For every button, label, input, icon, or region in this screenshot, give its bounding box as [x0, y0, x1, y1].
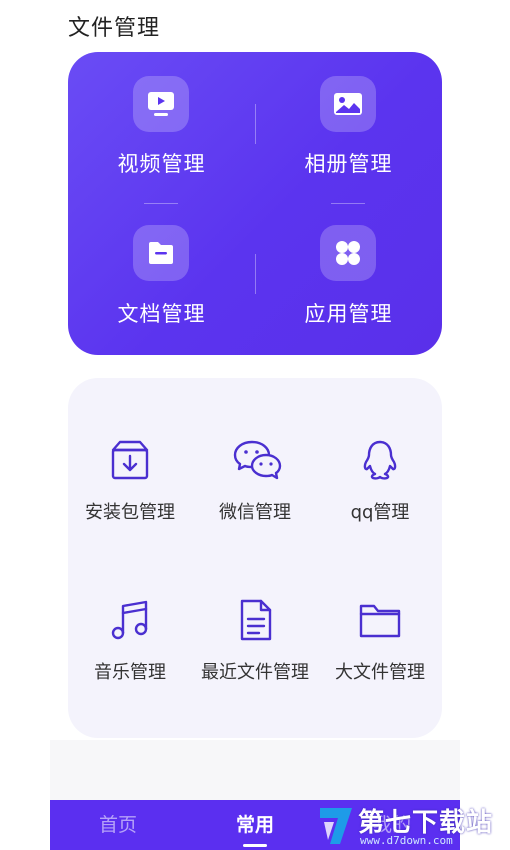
horizontal-divider — [144, 203, 178, 204]
photo-album-icon — [320, 76, 376, 132]
tab-common[interactable]: 常用 — [205, 800, 305, 850]
video-icon — [133, 76, 189, 132]
watermark-logo-icon — [320, 808, 352, 844]
app-manage-button[interactable]: 应用管理 — [255, 202, 442, 352]
package-download-icon — [108, 438, 152, 482]
document-manage-label: 文档管理 — [117, 302, 206, 326]
video-manage-label: 视频管理 — [117, 152, 206, 176]
vertical-divider — [255, 254, 256, 294]
file-manage-card: 视频管理 相册管理 文档管理 应用管理 — [68, 52, 442, 355]
vertical-divider — [255, 104, 256, 144]
qq-icon — [358, 438, 402, 482]
content-spacer — [50, 740, 460, 800]
tab-home[interactable]: 首页 — [68, 800, 168, 850]
watermark-url: www.d7down.com — [360, 834, 453, 847]
wechat-icon — [233, 438, 282, 482]
document-manage-button[interactable]: 文档管理 — [68, 202, 255, 352]
watermark: 第七下载站 www.d7down.com — [312, 800, 510, 850]
photo-album-manage-button[interactable]: 相册管理 — [255, 52, 442, 202]
package-manage-label: 安装包管理 — [85, 502, 175, 523]
tools-card: 安装包管理 微信管理 qq管理 音乐管理 最近文件管理 大文件管理 — [68, 378, 442, 738]
section-title: 文件管理 — [68, 16, 161, 41]
music-manage-button[interactable]: 音乐管理 — [68, 598, 192, 688]
recent-file-manage-label: 最近文件管理 — [201, 662, 309, 683]
recent-file-icon — [233, 598, 277, 642]
qq-manage-button[interactable]: qq管理 — [318, 438, 442, 528]
large-file-manage-button[interactable]: 大文件管理 — [318, 598, 442, 688]
photo-album-manage-label: 相册管理 — [304, 152, 393, 176]
qq-manage-label: qq管理 — [350, 502, 410, 523]
folder-icon — [358, 598, 402, 642]
package-manage-button[interactable]: 安装包管理 — [68, 438, 192, 528]
wechat-manage-button[interactable]: 微信管理 — [193, 438, 317, 528]
document-folder-icon — [133, 225, 189, 281]
music-note-icon — [108, 598, 152, 642]
wechat-manage-label: 微信管理 — [219, 502, 291, 523]
app-manage-label: 应用管理 — [304, 302, 393, 326]
recent-file-manage-button[interactable]: 最近文件管理 — [193, 598, 317, 688]
video-manage-button[interactable]: 视频管理 — [68, 52, 255, 202]
horizontal-divider — [331, 203, 365, 204]
apps-grid-icon — [320, 225, 376, 281]
music-manage-label: 音乐管理 — [94, 662, 166, 683]
large-file-manage-label: 大文件管理 — [335, 662, 425, 683]
active-tab-indicator — [243, 844, 267, 847]
